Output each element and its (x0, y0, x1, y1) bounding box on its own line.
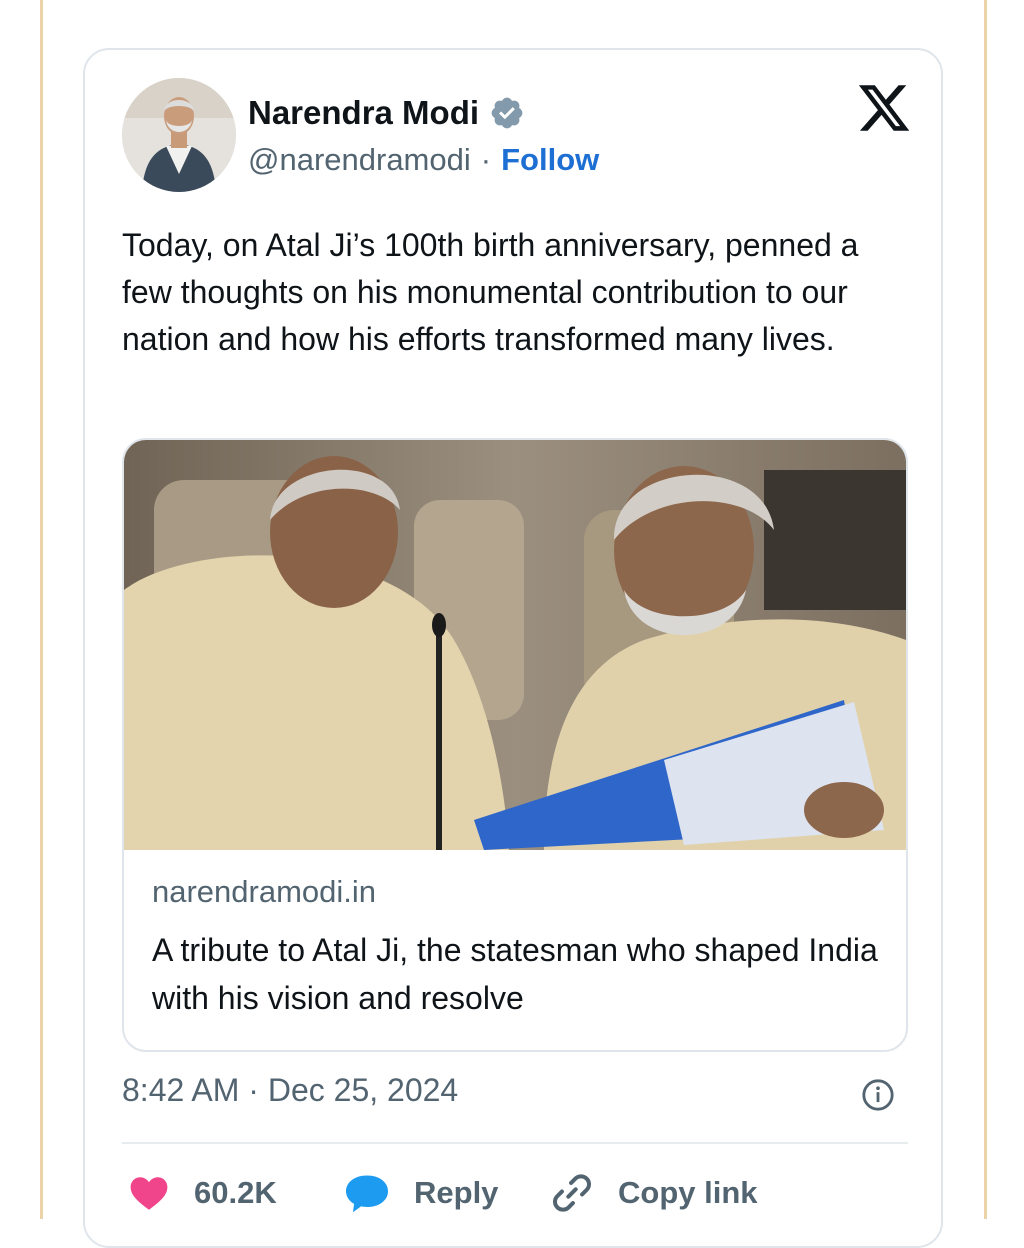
link-preview-card[interactable]: narendramodi.in A tribute to Atal Ji, th… (122, 438, 908, 1052)
speech-bubble-icon (346, 1175, 388, 1213)
frame-border-right (984, 0, 987, 1219)
follow-button[interactable]: Follow (501, 142, 599, 178)
info-icon[interactable] (861, 1078, 895, 1112)
verified-badge-icon (491, 97, 523, 129)
author-name[interactable]: Narendra Modi (248, 94, 479, 132)
author-name-row: Narendra Modi (248, 94, 525, 132)
copy-link-button[interactable]: Copy link (550, 1168, 758, 1218)
reply-button[interactable]: Reply (344, 1168, 498, 1218)
link-icon (552, 1174, 592, 1212)
post-embed-card: Narendra Modi @narendramodi · Follow Tod… (83, 48, 943, 1248)
like-button[interactable]: 60.2K (128, 1168, 277, 1218)
divider (122, 1142, 908, 1144)
handle-row: @narendramodi · Follow (248, 142, 599, 178)
post-timestamp[interactable]: 8:42 AM · Dec 25, 2024 (122, 1072, 458, 1109)
like-count: 60.2K (194, 1175, 277, 1210)
copy-link-label: Copy link (618, 1175, 758, 1210)
reply-label: Reply (414, 1175, 499, 1210)
separator-dot: · (480, 142, 492, 177)
heart-icon (130, 1177, 168, 1210)
link-preview-image[interactable] (124, 440, 906, 850)
author-handle[interactable]: @narendramodi (248, 142, 471, 178)
x-logo-icon[interactable] (856, 80, 912, 136)
link-domain: narendramodi.in (152, 874, 377, 909)
link-title: A tribute to Atal Ji, the statesman who … (152, 932, 878, 1016)
avatar[interactable] (122, 78, 236, 192)
post-text: Today, on Atal Ji’s 100th birth annivers… (122, 227, 859, 357)
action-bar: 60.2K Reply Copy link (122, 1168, 908, 1218)
frame-border-left (40, 0, 43, 1219)
post-header: Narendra Modi @narendramodi · Follow (122, 78, 912, 198)
